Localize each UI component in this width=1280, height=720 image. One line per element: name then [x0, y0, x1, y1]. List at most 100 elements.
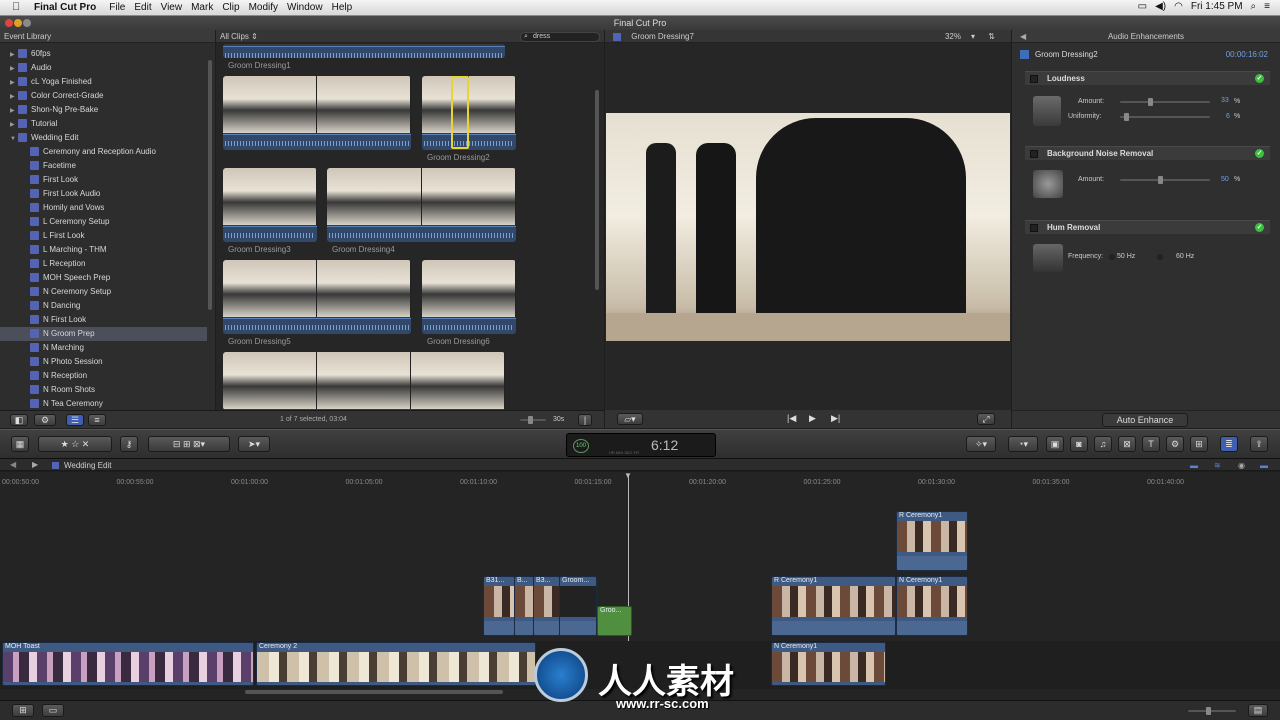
timeline-clip[interactable]: MOH Toast: [2, 642, 254, 686]
audio-meters-icon[interactable]: ⊞: [12, 704, 34, 717]
clip-thumbnail[interactable]: [422, 260, 516, 334]
disclosure-closed-icon[interactable]: ▶: [10, 62, 18, 76]
menu-mark[interactable]: Mark: [191, 2, 213, 13]
event-item[interactable]: N First Look: [0, 313, 207, 327]
close-window-button[interactable]: [5, 19, 13, 27]
timeline-audio-clip[interactable]: Groo...: [597, 606, 632, 636]
index-icon[interactable]: ▭: [42, 704, 64, 717]
previous-frame-icon[interactable]: |◀: [787, 413, 796, 424]
timeline-clip[interactable]: Groom...: [559, 576, 597, 636]
back-arrow-icon[interactable]: ◀: [10, 460, 16, 469]
playhead-handle[interactable]: ▼: [624, 471, 632, 480]
menu-help[interactable]: Help: [332, 2, 353, 13]
event-item[interactable]: N Room Shots: [0, 383, 207, 397]
event-item[interactable]: ▶ cL Yoga Finished: [0, 75, 207, 89]
rating-icon[interactable]: ★ ☆ ✕: [38, 436, 112, 452]
event-item[interactable]: L Reception: [0, 257, 207, 271]
search-icon[interactable]: ⌕: [1251, 1, 1257, 12]
solo-icon[interactable]: ◉: [1238, 461, 1245, 470]
retime-icon[interactable]: ◔▾: [1008, 436, 1038, 452]
disclosure-closed-icon[interactable]: ▶: [10, 104, 18, 118]
loudness-amount-slider[interactable]: [1120, 98, 1210, 106]
radio-50hz[interactable]: [1109, 254, 1115, 260]
music-icon[interactable]: ♫: [1094, 436, 1112, 452]
event-item[interactable]: MOH Speech Prep: [0, 271, 207, 285]
chevron-updown-icon[interactable]: ⇕: [249, 32, 258, 41]
menu-modify[interactable]: Modify: [249, 2, 278, 13]
disclosure-open-icon[interactable]: ▼: [10, 132, 18, 146]
radio-60hz[interactable]: [1157, 254, 1163, 260]
key-icon[interactable]: ⚷: [120, 436, 138, 452]
list-icon[interactable]: ≡: [1264, 1, 1270, 12]
snapping-icon[interactable]: ▬: [1260, 461, 1268, 470]
event-item[interactable]: ▶ Shon-Ng Pre-Bake: [0, 103, 207, 117]
forward-arrow-icon[interactable]: ▶: [32, 460, 38, 469]
menu-view[interactable]: View: [161, 2, 183, 13]
display-icon[interactable]: ▭: [1138, 1, 1147, 12]
switch-icon[interactable]: ⇅: [988, 30, 995, 43]
event-item[interactable]: ▶ Color Correct-Grade: [0, 89, 207, 103]
timeline-clip[interactable]: Ceremony 2: [256, 642, 536, 686]
back-arrow-icon[interactable]: ◀: [1020, 30, 1026, 43]
timecode-display[interactable]: 100 6:12 HR MIN SEC FR: [566, 433, 716, 457]
minimize-window-button[interactable]: [14, 19, 22, 27]
event-item[interactable]: Ceremony and Reception Audio: [0, 145, 207, 159]
timeline-clip[interactable]: N Ceremony1: [896, 576, 968, 636]
menu-edit[interactable]: Edit: [134, 2, 151, 13]
theme-icon[interactable]: ⊞: [1190, 436, 1208, 452]
clip-thumbnail[interactable]: [223, 260, 411, 334]
edit-mode-icon[interactable]: ⊟ ⊞ ⊠▾: [148, 436, 230, 452]
event-item[interactable]: ▶ 60fps: [0, 47, 207, 61]
apple-icon[interactable]: : [12, 1, 26, 14]
select-tool-icon[interactable]: ➤▾: [238, 436, 270, 452]
timeline-clip[interactable]: N Ceremony1: [771, 642, 886, 686]
share-icon[interactable]: ⇪: [1250, 436, 1268, 452]
clip-size-slider[interactable]: [520, 416, 546, 424]
timeline-zoom-slider[interactable]: [1188, 707, 1236, 715]
menu-file[interactable]: File: [109, 2, 125, 13]
filmstrip-view-icon[interactable]: ☰: [66, 414, 84, 426]
import-icon[interactable]: ▦: [11, 436, 29, 452]
inspector-toggle-icon[interactable]: ≣: [1220, 436, 1238, 452]
play-icon[interactable]: ▶: [809, 413, 816, 424]
frequency-60hz[interactable]: 60 Hz: [1176, 253, 1194, 260]
disclosure-closed-icon[interactable]: ▶: [10, 90, 18, 104]
browser-scrollbar[interactable]: [595, 90, 599, 290]
transition-icon[interactable]: ⊠: [1118, 436, 1136, 452]
timeline-clip[interactable]: R Ceremony1: [896, 511, 968, 571]
zoom-level[interactable]: 32%: [945, 30, 961, 43]
timeline-clip[interactable]: B31...: [483, 576, 515, 636]
disclosure-closed-icon[interactable]: ▶: [10, 118, 18, 132]
event-item[interactable]: L Marching - THM: [0, 243, 207, 257]
clip-thumbnail-selected[interactable]: [422, 76, 516, 150]
menu-clip[interactable]: Clip: [222, 2, 239, 13]
noise-amount-slider[interactable]: [1120, 176, 1210, 184]
wifi-icon[interactable]: ◠: [1174, 1, 1183, 12]
fullscreen-icon[interactable]: ⤢: [977, 413, 995, 425]
frequency-50hz[interactable]: 50 Hz: [1117, 253, 1135, 260]
event-item[interactable]: First Look: [0, 173, 207, 187]
chevron-down-icon[interactable]: ▾: [971, 30, 975, 43]
library-scrollbar[interactable]: [208, 60, 212, 310]
generator-icon[interactable]: ⚙: [1166, 436, 1184, 452]
list-view-icon[interactable]: ≡: [88, 414, 106, 426]
clip-appearance-icon[interactable]: ▤: [1248, 704, 1268, 717]
clock[interactable]: Fri 1:45 PM: [1191, 1, 1243, 12]
camera-icon[interactable]: ◙: [1070, 436, 1088, 452]
zoom-window-button[interactable]: [23, 19, 31, 27]
timeline-scrollbar[interactable]: [245, 690, 503, 694]
event-item[interactable]: ▶ Tutorial: [0, 117, 207, 131]
noise-checkbox[interactable]: [1030, 150, 1038, 158]
clip-thumbnail[interactable]: [223, 352, 505, 410]
volume-icon[interactable]: ◀): [1155, 1, 1166, 12]
event-item[interactable]: ▶ Audio: [0, 61, 207, 75]
magic-wand-icon[interactable]: ✧▾: [966, 436, 996, 452]
library-toggle-icon[interactable]: ◧: [10, 414, 28, 426]
loudness-amount-value[interactable]: 33: [1221, 97, 1229, 104]
loudness-checkbox[interactable]: [1030, 75, 1038, 83]
video-inspector-icon[interactable]: ▣: [1046, 436, 1064, 452]
search-input[interactable]: ⌕ dress: [520, 32, 600, 42]
disclosure-closed-icon[interactable]: ▶: [10, 48, 18, 62]
menu-window[interactable]: Window: [287, 2, 323, 13]
auto-enhance-button[interactable]: Auto Enhance: [1102, 413, 1188, 427]
